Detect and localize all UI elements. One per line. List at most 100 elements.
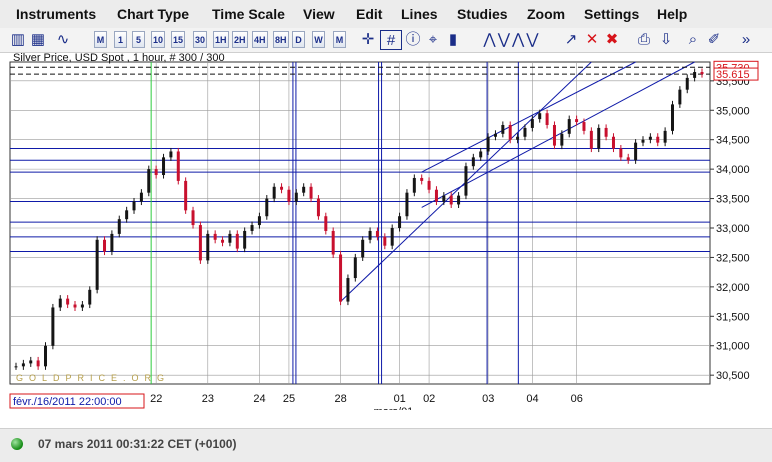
price-chart[interactable]: Silver Price, USD Spot , 1 hour, # 300 /… xyxy=(7,52,768,418)
menu-chart-type[interactable]: Chart Type xyxy=(117,6,189,22)
candle-body xyxy=(405,192,409,217)
menu-lines[interactable]: Lines xyxy=(401,6,438,22)
candle-body xyxy=(567,119,571,134)
y-tick-label: 35,000 xyxy=(716,105,750,117)
x-tick-label: 01 xyxy=(394,393,406,405)
pin-icon[interactable]: ✐ xyxy=(706,30,722,50)
status-timestamp: 07 mars 2011 00:31:22 CET (+0100) xyxy=(38,437,237,451)
more-icon[interactable]: » xyxy=(738,30,754,50)
delete-line-icon[interactable]: ✕ xyxy=(583,30,601,50)
x-tick-label: 06 xyxy=(571,393,583,405)
candle-body xyxy=(693,72,697,78)
menu-studies[interactable]: Studies xyxy=(457,6,508,22)
candle-body xyxy=(464,166,468,196)
menu-instruments[interactable]: Instruments xyxy=(16,6,96,22)
print-icon[interactable]: ⎙ xyxy=(634,30,654,50)
candle-body xyxy=(361,239,365,258)
candle-body xyxy=(95,239,99,290)
candle-body xyxy=(523,127,527,137)
candle-body xyxy=(339,254,343,302)
timeframe-button-0[interactable]: M xyxy=(94,31,107,48)
timeframe-button-6[interactable]: 1H xyxy=(213,31,229,48)
candle-body xyxy=(132,201,136,211)
menu-time-scale[interactable]: Time Scale xyxy=(212,6,285,22)
timeframe-button-12[interactable]: M xyxy=(333,31,346,48)
candle-body xyxy=(73,304,77,308)
x-tick-label: 22 xyxy=(150,393,162,405)
candle-body xyxy=(678,89,682,105)
candle-body xyxy=(383,236,387,246)
timeframe-button-2[interactable]: 5 xyxy=(132,31,145,48)
candle-body xyxy=(243,230,247,249)
chart-frame: Silver Price, USD Spot , 1 hour, # 300 /… xyxy=(7,52,768,418)
grid-icon[interactable]: # xyxy=(380,30,402,50)
candle-body xyxy=(442,195,446,202)
candle-body xyxy=(619,148,623,158)
candle-body xyxy=(272,186,276,199)
timeframe-button-7[interactable]: 2H xyxy=(232,31,248,48)
candle-body xyxy=(582,122,586,131)
x-sublabel: mars/01 xyxy=(374,406,414,410)
export-icon[interactable]: ⇩ xyxy=(656,30,676,50)
candlestick-chart-icon[interactable]: ▥ xyxy=(10,30,26,50)
candle-body xyxy=(656,136,660,143)
draw-line-icon[interactable]: ↗ xyxy=(562,30,580,50)
candle-body xyxy=(552,124,556,146)
candle-body xyxy=(324,216,328,231)
toolbar: ▥ ▦ ∿ ✛ # ⓘ ⌖ ▮ ⋀⋁⋀⋁ ↗ ✕ ✖ ⎙ ⇩ ⌕ ✐ » M15… xyxy=(0,28,772,53)
current-price-label: 35.615 xyxy=(716,69,750,81)
info-icon[interactable]: ⓘ xyxy=(404,30,422,50)
candle-body xyxy=(412,177,416,193)
candle-body xyxy=(29,360,33,364)
candle-body xyxy=(213,233,217,240)
candle-body xyxy=(309,186,313,199)
timeframe-button-4[interactable]: 15 xyxy=(171,31,186,48)
menu-bar: Instruments Chart Type Time Scale View Edit L… xyxy=(0,0,772,29)
timeframe-button-10[interactable]: D xyxy=(292,31,305,48)
candle-body xyxy=(66,298,70,305)
candle-body xyxy=(398,216,402,229)
candle-body xyxy=(176,151,180,181)
candle-body xyxy=(493,133,497,137)
crosshair-icon[interactable]: ✛ xyxy=(358,30,378,50)
candle-body xyxy=(198,225,202,261)
candle-body xyxy=(538,113,542,120)
bar-chart-icon[interactable]: ▦ xyxy=(30,30,46,50)
menu-view[interactable]: View xyxy=(303,6,335,22)
candle-body xyxy=(597,127,601,149)
candle-body xyxy=(648,136,652,140)
fan-tool-icon[interactable]: ⋀⋁⋀⋁ xyxy=(472,30,552,50)
menu-zoom[interactable]: Zoom xyxy=(527,6,565,22)
timeframe-button-5[interactable]: 30 xyxy=(193,31,208,48)
candle-body xyxy=(479,151,483,158)
menu-settings[interactable]: Settings xyxy=(584,6,639,22)
candle-body xyxy=(375,230,379,237)
candle-body xyxy=(221,239,225,243)
cursor-icon[interactable]: ⌖ xyxy=(424,30,442,50)
menu-edit[interactable]: Edit xyxy=(356,6,382,22)
candle-body xyxy=(427,180,431,190)
candle-body xyxy=(589,130,593,149)
candle-body xyxy=(390,228,394,246)
line-chart-icon[interactable]: ∿ xyxy=(52,30,74,50)
timeframe-button-11[interactable]: W xyxy=(312,31,325,48)
x-tick-label: 02 xyxy=(423,393,435,405)
candle-body xyxy=(685,77,689,90)
timeframe-button-3[interactable]: 10 xyxy=(151,31,166,48)
delete-all-icon[interactable]: ✖ xyxy=(603,30,621,50)
candle-body xyxy=(139,192,143,202)
candle-body xyxy=(700,72,704,75)
candle-body xyxy=(287,189,291,202)
volume-icon[interactable]: ▮ xyxy=(444,30,462,50)
timeframe-button-8[interactable]: 4H xyxy=(252,31,268,48)
connection-status-icon xyxy=(11,438,23,450)
candle-body xyxy=(80,304,84,308)
candle-body xyxy=(265,198,269,217)
menu-help[interactable]: Help xyxy=(657,6,687,22)
candle-body xyxy=(501,124,505,134)
candle-body xyxy=(346,278,350,302)
timeframe-button-1[interactable]: 1 xyxy=(114,31,127,48)
zoom-icon[interactable]: ⌕ xyxy=(684,30,702,50)
timeframe-button-9[interactable]: 8H xyxy=(273,31,289,48)
candle-body xyxy=(294,192,298,202)
